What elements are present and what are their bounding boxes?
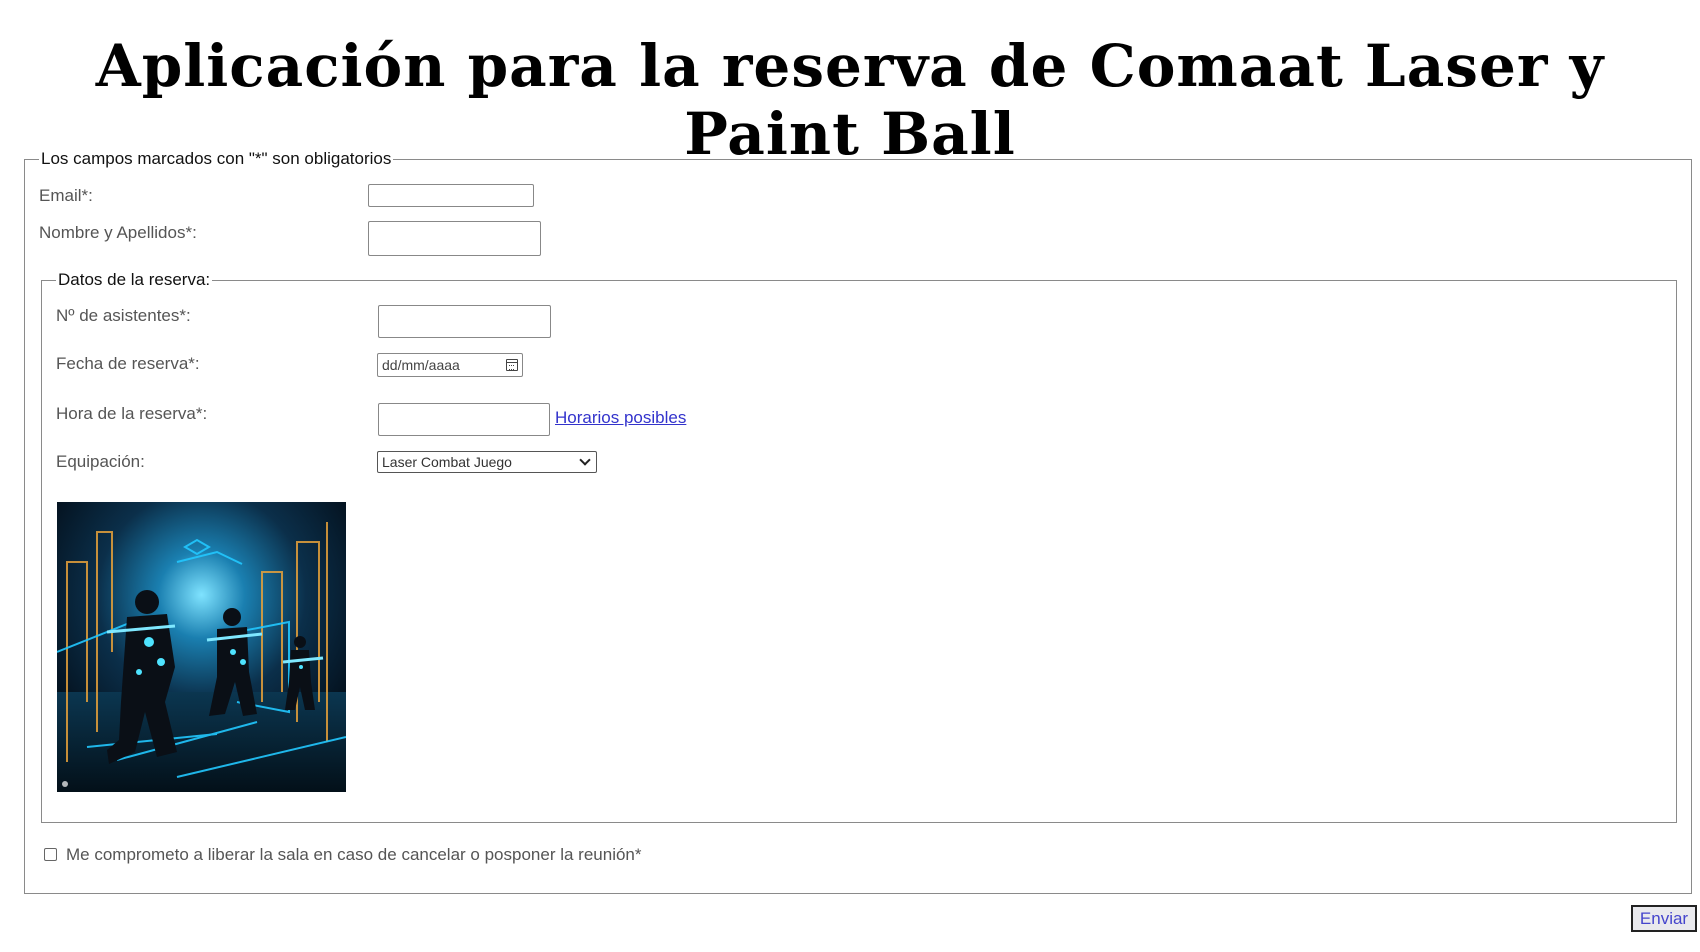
chevron-down-icon (579, 454, 591, 466)
time-label: Hora de la reserva*: (56, 404, 208, 423)
laser-combat-image (57, 502, 346, 792)
date-label: Fecha de reserva*: (56, 354, 200, 373)
submit-button[interactable]: Enviar (1631, 905, 1697, 932)
commitment-checkbox[interactable] (44, 848, 57, 861)
required-fields-legend: Los campos marcados con "*" son obligato… (41, 149, 392, 168)
laser-combat-illustration (57, 502, 346, 792)
date-field[interactable]: dd/mm/aaaa (377, 353, 523, 377)
equipment-label: Equipación: (56, 452, 145, 471)
email-label: Email*: (39, 186, 93, 205)
schedule-link[interactable]: Horarios posibles (555, 408, 686, 428)
equipment-select[interactable]: Laser Combat Juego (377, 451, 597, 473)
attendees-field[interactable] (378, 305, 551, 338)
name-field[interactable] (368, 221, 541, 256)
email-field[interactable] (368, 184, 534, 207)
name-label: Nombre y Apellidos*: (39, 223, 197, 242)
page-title: Aplicación para la reserva de Comaat Las… (95, 32, 1605, 168)
date-placeholder: dd/mm/aaaa (382, 357, 460, 373)
calendar-icon[interactable] (506, 359, 518, 371)
commitment-label: Me comprometo a liberar la sala en caso … (66, 845, 642, 864)
reservation-legend: Datos de la reserva: (58, 270, 211, 289)
time-field[interactable] (378, 403, 550, 436)
attendees-label: Nº de asistentes*: (56, 306, 191, 325)
equipment-selected-value: Laser Combat Juego (382, 454, 512, 470)
